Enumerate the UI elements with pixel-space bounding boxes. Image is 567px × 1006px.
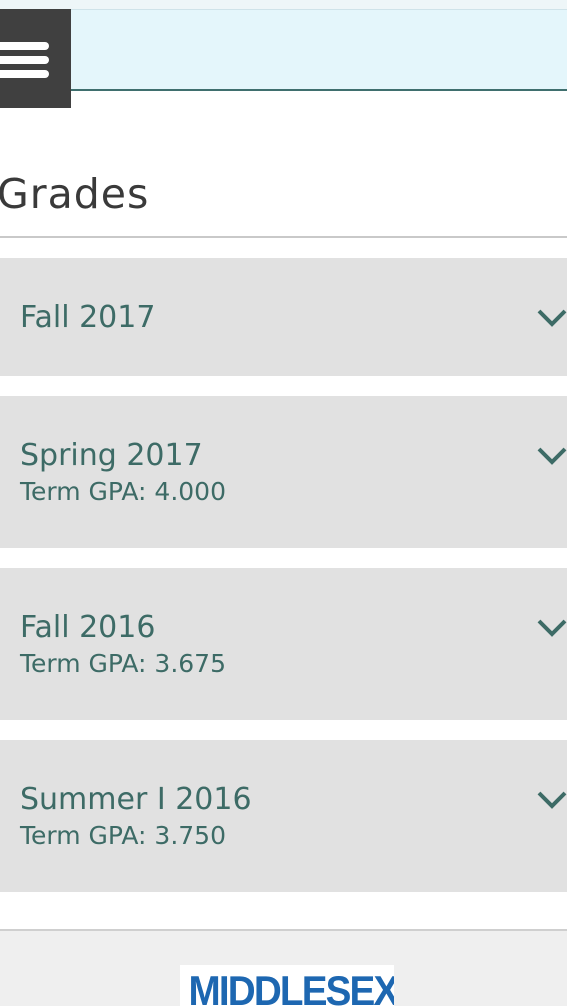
term-accordion-fall-2017[interactable]: Fall 2017 (0, 258, 567, 376)
term-gpa: Term GPA: 4.000 (20, 477, 226, 506)
chevron-down-icon (537, 791, 567, 809)
menu-icon-bar (0, 56, 49, 64)
top-strip (0, 0, 567, 9)
term-accordion-fall-2016[interactable]: Fall 2016 Term GPA: 3.675 (0, 568, 567, 720)
menu-icon-bar (0, 70, 49, 78)
term-name: Fall 2017 (20, 300, 156, 335)
term-accordion-summer-i-2016[interactable]: Summer I 2016 Term GPA: 3.750 (0, 740, 567, 892)
menu-button[interactable] (0, 9, 71, 108)
header-bar (71, 9, 567, 91)
chevron-down-icon (537, 309, 567, 327)
term-name: Summer I 2016 (20, 782, 252, 817)
grades-page: Grades Fall 2017 Spring 2017 Term GPA: 4… (0, 0, 567, 1006)
chevron-down-icon (537, 619, 567, 637)
term-name: Spring 2017 (20, 438, 203, 473)
logo-text: MIDDLESEX (188, 967, 394, 1006)
middlesex-logo[interactable]: MIDDLESEX (180, 965, 394, 1006)
term-gpa: Term GPA: 3.675 (20, 649, 226, 678)
menu-icon-bar (0, 42, 49, 50)
term-name: Fall 2016 (20, 610, 156, 645)
term-gpa: Term GPA: 3.750 (20, 821, 226, 850)
title-divider (0, 236, 567, 238)
page-title: Grades (0, 170, 150, 218)
chevron-down-icon (537, 447, 567, 465)
term-accordion-spring-2017[interactable]: Spring 2017 Term GPA: 4.000 (0, 396, 567, 548)
